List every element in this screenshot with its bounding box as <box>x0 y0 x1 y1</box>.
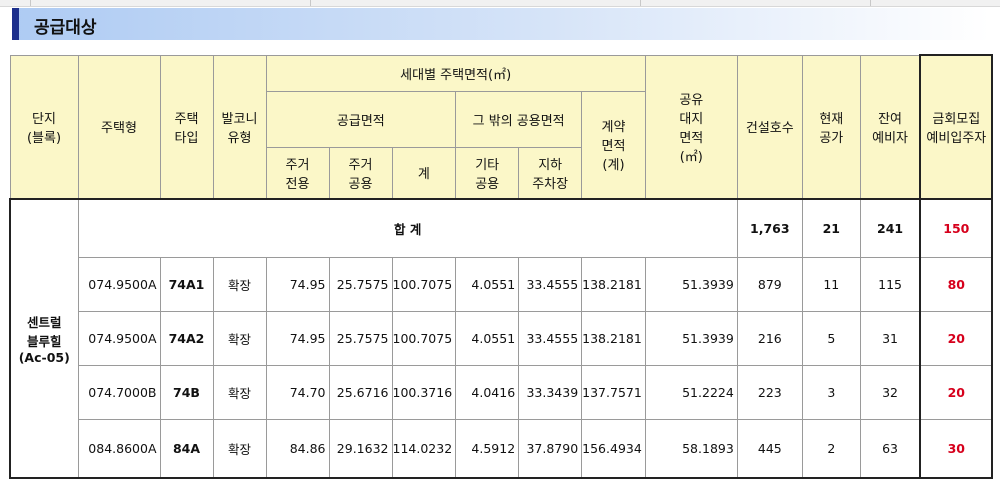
cell-reserve: 32 <box>859 364 921 420</box>
header-land: 공유 대지 면적 (㎡) <box>644 54 738 200</box>
cell-res-common: 25.7575 <box>328 256 393 312</box>
cell-housing-type: 074.7000B <box>77 364 161 420</box>
cell-reserve: 63 <box>859 418 921 479</box>
cell-house-type: 74A2 <box>159 310 214 366</box>
cell-balcony: 확장 <box>212 256 267 312</box>
title-accent-bar <box>12 8 19 40</box>
cell-reserve: 31 <box>859 310 921 366</box>
total-label: 합 계 <box>77 198 738 258</box>
cell-other-shared: 4.5912 <box>455 418 520 479</box>
header-complex: 단지 (블록) <box>9 54 79 200</box>
cell-reserve: 115 <box>859 256 921 312</box>
supply-table: 단지 (블록) 주택형 주택 타입 발코니 유형 세대별 주택면적(㎡) 공유 대지 면적… <box>9 54 994 479</box>
header-recruit: 금회모집 예비입주자 <box>919 54 994 200</box>
cell-subtotal: 100.7075 <box>391 256 457 312</box>
ruler-tick <box>640 0 641 6</box>
cell-res-exclusive: 74.95 <box>265 256 330 312</box>
cell-contract: 138.2181 <box>581 256 646 312</box>
section-title-bar: 공급대상 <box>12 8 990 40</box>
cell-contract: 137.7571 <box>581 364 646 420</box>
table-row: 074.7000B 74B 확장 74.70 25.6716 100.3716 4.0416… <box>10 364 994 420</box>
cell-contract: 138.2181 <box>581 310 646 366</box>
header-reserve: 잔여 예비자 <box>859 54 921 200</box>
cell-contract: 156.4934 <box>581 418 646 479</box>
header-contract-area: 계약 면적 (계) <box>581 90 646 200</box>
cell-subtotal: 100.7075 <box>391 310 457 366</box>
cell-balcony: 확장 <box>212 418 267 479</box>
cell-units: 216 <box>736 310 803 366</box>
cell-res-common: 25.6716 <box>328 364 393 420</box>
cell-units: 223 <box>736 364 803 420</box>
cell-parking: 33.4555 <box>518 256 583 312</box>
cell-recruit: 80 <box>919 256 994 312</box>
header-house-type: 주택 타입 <box>159 54 214 200</box>
cell-housing-type: 074.9500A <box>77 256 161 312</box>
header-vacant: 현재 공가 <box>801 54 861 200</box>
header-res-common: 주거 공용 <box>328 146 393 200</box>
cell-res-exclusive: 74.95 <box>265 310 330 366</box>
cell-other-shared: 4.0551 <box>455 310 520 366</box>
cell-res-common: 29.1632 <box>328 418 393 479</box>
cell-house-type: 74B <box>159 364 214 420</box>
header-parking: 지하 주차장 <box>518 146 583 200</box>
cell-units: 445 <box>736 418 803 479</box>
cell-vacant: 11 <box>801 256 861 312</box>
ruler-tick <box>30 0 31 6</box>
cell-housing-type: 084.8600A <box>77 418 161 479</box>
cell-res-exclusive: 74.70 <box>265 364 330 420</box>
cell-vacant: 2 <box>801 418 861 479</box>
cell-units: 879 <box>736 256 803 312</box>
header-housing-type: 주택형 <box>77 54 161 200</box>
section-title: 공급대상 <box>34 18 97 38</box>
cell-land: 51.3939 <box>644 256 738 312</box>
ruler-tick <box>870 0 871 6</box>
cell-recruit: 20 <box>919 364 994 420</box>
cell-other-shared: 4.0551 <box>455 256 520 312</box>
cell-balcony: 확장 <box>212 310 267 366</box>
table-row: 074.9500A 74A2 확장 74.95 25.7575 100.7075 4.055… <box>10 310 994 366</box>
cell-land: 58.1893 <box>644 418 738 479</box>
cell-parking: 33.3439 <box>518 364 583 420</box>
cell-vacant: 3 <box>801 364 861 420</box>
total-units: 1,763 <box>736 198 803 258</box>
cell-subtotal: 114.0232 <box>391 418 457 479</box>
cell-other-shared: 4.0416 <box>455 364 520 420</box>
cell-parking: 37.8790 <box>518 418 583 479</box>
total-vacant: 21 <box>801 198 861 258</box>
cell-vacant: 5 <box>801 310 861 366</box>
cell-recruit: 30 <box>919 418 994 479</box>
table-row: 084.8600A 84A 확장 84.86 29.1632 114.0232 4.5912… <box>10 418 994 479</box>
cell-res-exclusive: 84.86 <box>265 418 330 479</box>
cell-house-type: 74A1 <box>159 256 214 312</box>
cell-land: 51.2224 <box>644 364 738 420</box>
cell-house-type: 84A <box>159 418 214 479</box>
cell-res-common: 25.7575 <box>328 310 393 366</box>
header-area-group: 세대별 주택면적(㎡) <box>265 54 646 92</box>
complex-name: 센트럴 블루힐 (Ac-05) <box>9 198 79 479</box>
header-other-shared: 기타 공용 <box>455 146 520 200</box>
header-balcony: 발코니 유형 <box>212 54 267 200</box>
cell-parking: 33.4555 <box>518 310 583 366</box>
top-ruler-strip <box>0 0 1000 7</box>
cell-balcony: 확장 <box>212 364 267 420</box>
total-recruit: 150 <box>919 198 994 258</box>
total-reserve: 241 <box>859 198 921 258</box>
header-units: 건설호수 <box>736 54 803 200</box>
header-supply-area: 공급면적 <box>265 90 457 148</box>
header-subtotal: 계 <box>391 146 457 200</box>
cell-recruit: 20 <box>919 310 994 366</box>
header-res-exclusive: 주거 전용 <box>265 146 330 200</box>
cell-housing-type: 074.9500A <box>77 310 161 366</box>
header-other-common: 그 밖의 공용면적 <box>455 90 583 148</box>
cell-land: 51.3939 <box>644 310 738 366</box>
table-row: 074.9500A 74A1 확장 74.95 25.7575 100.7075 4.055… <box>10 256 994 312</box>
cell-subtotal: 100.3716 <box>391 364 457 420</box>
ruler-tick <box>310 0 311 6</box>
